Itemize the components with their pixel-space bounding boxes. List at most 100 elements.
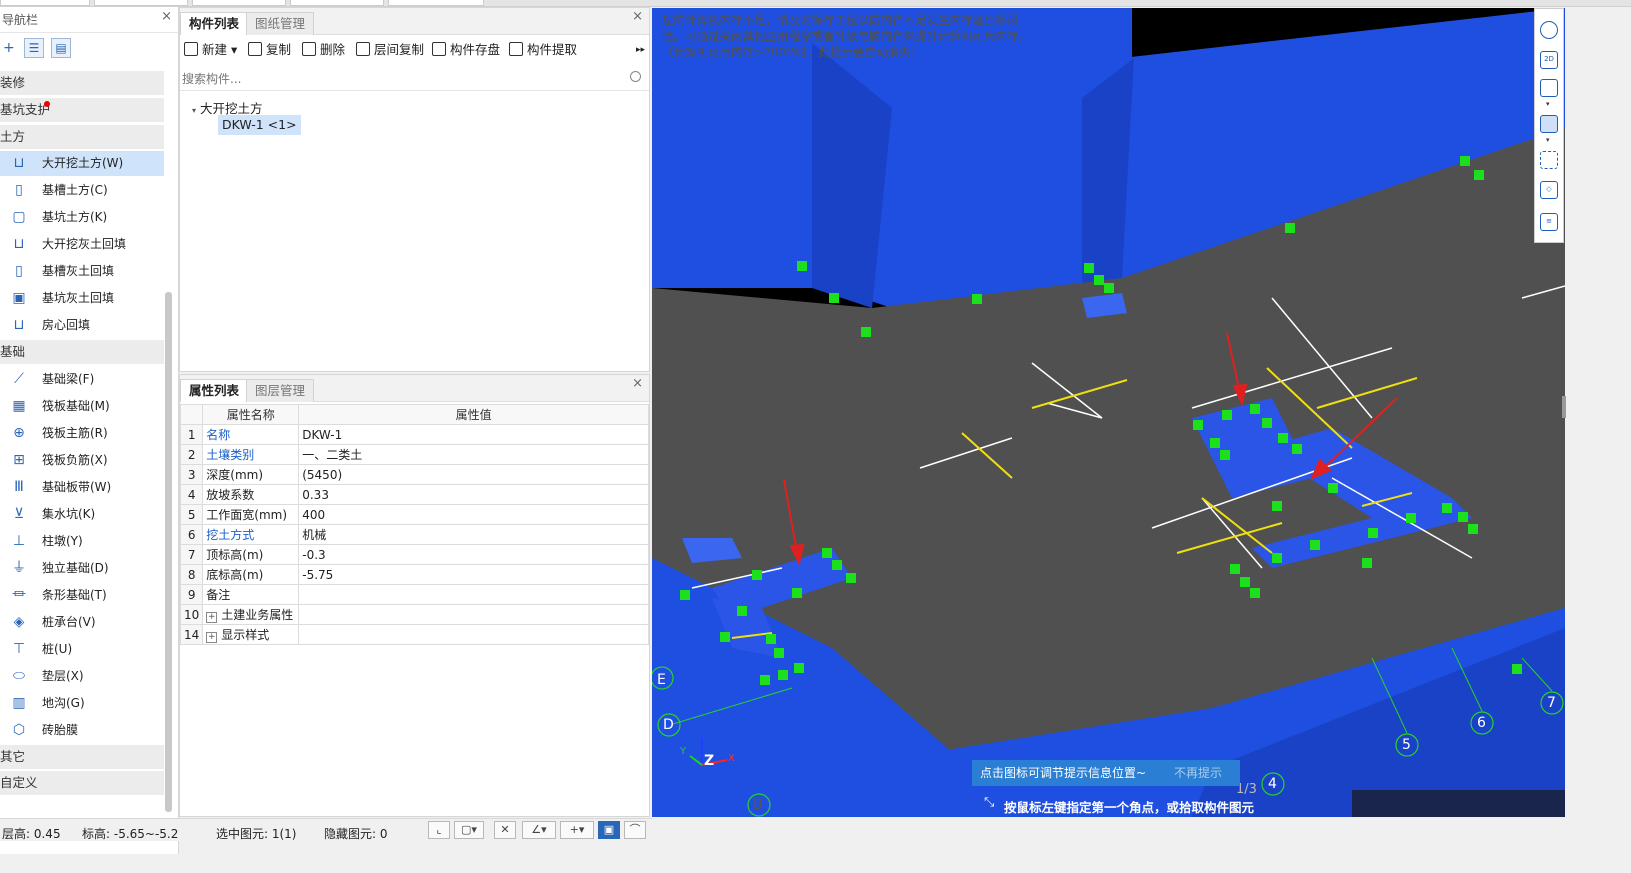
rebar-icon: ⊕ xyxy=(13,425,25,441)
solid-view-icon[interactable] xyxy=(1540,115,1558,133)
cross-icon[interactable]: ✕ xyxy=(494,821,516,839)
hint-bar[interactable]: 点击图标可调节提示信息位置~ 不再提示 xyxy=(972,760,1240,786)
search-icon[interactable] xyxy=(630,71,641,82)
tab-drawing-manage[interactable]: 图纸管理 xyxy=(246,12,315,35)
nav-item-column-pier[interactable]: ⊥ 柱墩(Y) xyxy=(0,529,164,554)
axis-label-5: 5 xyxy=(1402,737,1411,753)
nav-item-mass-backfill[interactable]: ⊔ 大开挖灰土回填 xyxy=(0,232,164,257)
nav-item-pit-earthwork[interactable]: ▢ 基坑土方(K) xyxy=(0,205,164,230)
group-decoration[interactable]: 装修 xyxy=(0,71,164,95)
save-component-button[interactable]: 构件存盘 xyxy=(432,41,500,59)
3d-viewport[interactable]: 您的计算机内存不足，请及时保存工程以防内存不足发生内存溢出等风险。可通过关闭其他… xyxy=(652,8,1565,817)
nav-item-sump[interactable]: ⊻ 集水坑(K) xyxy=(0,502,164,527)
table-row[interactable]: 14 + 显示样式 xyxy=(179,624,649,645)
add-icon[interactable]: + xyxy=(3,40,15,56)
group-pit-support[interactable]: 基坑支护 xyxy=(0,98,164,122)
doc-tab[interactable] xyxy=(94,0,188,6)
backfill-icon: ▯ xyxy=(15,263,23,279)
hint-dismiss-link[interactable]: 不再提示 xyxy=(1174,760,1222,786)
angle-icon[interactable]: ∠▾ xyxy=(522,821,556,839)
close-icon[interactable]: × xyxy=(161,9,172,24)
floor-copy-button[interactable]: 层间复制 xyxy=(356,41,424,59)
nav-item-mass-excavation[interactable]: ⊔ 大开挖土方(W) xyxy=(0,151,164,176)
select-box-icon[interactable]: ▢▾ xyxy=(454,821,484,839)
table-row[interactable]: 4 放坡系数 0.33 xyxy=(179,484,649,505)
detail-view-icon[interactable]: ▤ xyxy=(51,38,71,58)
duct-icon: ▥ xyxy=(12,695,26,711)
nav-item-raft[interactable]: ▦ 筏板基础(M) xyxy=(0,394,164,419)
table-row[interactable]: 9 备注 xyxy=(179,584,649,605)
3d-view-icon[interactable] xyxy=(1540,79,1558,97)
nav-item-isolated-footing[interactable]: ⏚ 独立基础(D) xyxy=(0,556,164,581)
group-other[interactable]: 其它 xyxy=(0,745,164,769)
expand-icon[interactable]: + xyxy=(206,612,218,623)
nav-item-brick-mold[interactable]: ⬡ 砖胎膜 xyxy=(0,718,164,743)
cube-icon[interactable]: ◇ xyxy=(1540,181,1558,199)
curve-icon[interactable]: ⌒ xyxy=(624,821,646,839)
ortho-icon[interactable]: ⌞ xyxy=(428,821,450,839)
table-row[interactable]: 10 + 土建业务属性 xyxy=(179,604,649,625)
snap-icon[interactable]: +▾ xyxy=(560,821,594,839)
table-row[interactable]: 6 挖土方式 机械 xyxy=(179,524,649,545)
copy-button[interactable]: 复制 xyxy=(248,41,291,59)
tab-layer-manage[interactable]: 图层管理 xyxy=(246,379,315,402)
nav-item-cushion[interactable]: ⬭ 垫层(X) xyxy=(0,664,164,689)
axis-label-e: E xyxy=(657,672,666,688)
viewport-scroll-handle[interactable] xyxy=(1562,396,1566,418)
extract-component-button[interactable]: 构件提取 xyxy=(509,41,577,59)
raft-icon: ▦ xyxy=(12,398,26,414)
collapse-arrow-icon[interactable]: ⤡ xyxy=(984,795,994,810)
nav-item-pile[interactable]: ⊤ 桩(U) xyxy=(0,637,164,662)
group-custom[interactable]: 自定义 xyxy=(0,771,164,795)
table-row[interactable]: 7 顶标高(m) -0.3 xyxy=(179,544,649,565)
nav-item-pit-backfill[interactable]: ▣ 基坑灰土回填 xyxy=(0,286,164,311)
display-mode-icon[interactable]: ▣ xyxy=(598,821,620,839)
tree-node-selected[interactable]: DKW-1 <1> xyxy=(218,115,301,135)
search-input[interactable] xyxy=(180,68,624,90)
list-view-icon[interactable]: ☰ xyxy=(24,38,44,58)
tab-property-list[interactable]: 属性列表 xyxy=(180,379,249,402)
list-detail-icon[interactable]: ≡ xyxy=(1540,213,1558,231)
close-icon[interactable]: × xyxy=(632,9,643,24)
more-icon[interactable]: ▸▸ xyxy=(636,41,645,59)
nav-item-pile-cap[interactable]: ◈ 桩承台(V) xyxy=(0,610,164,635)
collapse-icon[interactable]: ▾ xyxy=(192,106,196,115)
nav-item-raft-main-rebar[interactable]: ⊕ 筏板主筋(R) xyxy=(0,421,164,446)
table-row[interactable]: 8 底标高(m) -5.75 xyxy=(179,564,649,585)
group-foundation[interactable]: 基础 xyxy=(0,340,164,364)
table-row[interactable]: 3 深度(mm) (5450) xyxy=(179,464,649,485)
doc-tab[interactable] xyxy=(0,0,90,6)
table-row[interactable]: 5 工作面宽(mm) 400 xyxy=(179,504,649,525)
nav-item-trench-duct[interactable]: ▥ 地沟(G) xyxy=(0,691,164,716)
nav-item-foundation-beam[interactable]: ⟋ 基础梁(F) xyxy=(0,367,164,392)
nav-item-slab-strip[interactable]: Ⅲ 基础板带(W) xyxy=(0,475,164,500)
nav-item-strip-footing[interactable]: ⏛ 条形基础(T) xyxy=(0,583,164,608)
new-icon xyxy=(184,42,198,56)
axis-label-7: 7 xyxy=(1547,695,1556,711)
new-button[interactable]: 新建 ▾ xyxy=(184,41,237,59)
group-earthwork[interactable]: 土方 xyxy=(0,125,164,149)
dropdown-icon[interactable]: ▾ xyxy=(1546,100,1550,108)
nav-item-raft-neg-rebar[interactable]: ⊞ 筏板负筋(X) xyxy=(0,448,164,473)
expand-icon[interactable]: + xyxy=(206,632,218,643)
orbit-icon[interactable] xyxy=(1540,21,1558,39)
fullscreen-icon[interactable] xyxy=(1540,151,1558,169)
cushion-icon: ⬭ xyxy=(13,668,25,684)
tab-component-list[interactable]: 构件列表 xyxy=(180,12,249,35)
nav-item-trench-earthwork[interactable]: ▯ 基槽土方(C) xyxy=(0,178,164,203)
nav-item-trench-backfill[interactable]: ▯ 基槽灰土回填 xyxy=(0,259,164,284)
2d-view-icon[interactable]: 2D xyxy=(1540,51,1558,69)
table-row[interactable]: 1 名称 DKW-1 xyxy=(179,424,649,445)
axis-label-d: D xyxy=(663,717,674,733)
table-row[interactable]: 2 土壤类别 一、二类土 xyxy=(179,444,649,465)
dropdown-icon[interactable]: ▾ xyxy=(1546,136,1550,144)
nav-item-room-backfill[interactable]: ⊔ 房心回填 xyxy=(0,313,164,338)
delete-button[interactable]: 删除 xyxy=(302,41,345,59)
backfill-icon: ▣ xyxy=(12,290,26,306)
doc-tab[interactable] xyxy=(192,0,286,6)
doc-tab[interactable] xyxy=(388,0,484,6)
doc-tab[interactable] xyxy=(290,0,384,6)
close-icon[interactable]: × xyxy=(632,376,643,391)
nav-scrollbar[interactable] xyxy=(165,292,172,812)
component-search xyxy=(180,68,649,91)
